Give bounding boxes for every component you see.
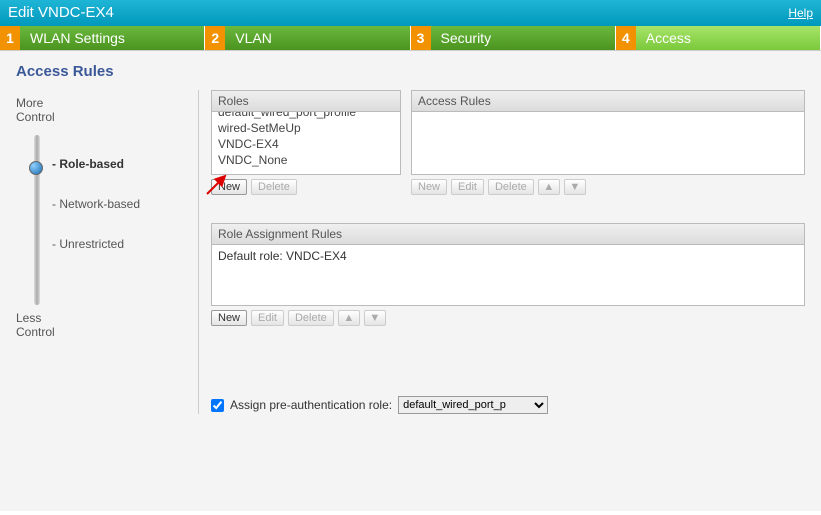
arrow-up-icon: ▲	[543, 181, 554, 193]
control-option-network-based[interactable]: - Network-based	[52, 197, 140, 211]
tab-number: 3	[411, 26, 431, 50]
help-link[interactable]: Help	[788, 0, 813, 26]
control-level-sidebar: More Control - Role-based - Network-base…	[16, 90, 186, 414]
role-assignment-body: Default role: VNDC-EX4	[212, 245, 804, 305]
content-area: Access Rules More Control - Role-based -…	[0, 51, 821, 511]
role-option[interactable]: VNDC-EX4	[212, 136, 400, 152]
roles-column: Roles default_wired_port_profile wired-S…	[211, 90, 401, 195]
assignment-move-up-button[interactable]: ▲	[338, 310, 360, 326]
tab-access[interactable]: 4 Access	[616, 26, 821, 50]
role-option[interactable]: VNDC_None	[212, 152, 400, 168]
default-role-text: Default role: VNDC-EX4	[218, 249, 347, 263]
rules-delete-button[interactable]: Delete	[488, 179, 534, 195]
title-bar: Edit VNDC-EX4 Help	[0, 0, 821, 26]
control-option-unrestricted[interactable]: - Unrestricted	[52, 237, 140, 251]
access-rules-body	[412, 112, 804, 174]
window-title: Edit VNDC-EX4	[8, 0, 114, 26]
preauth-row: Assign pre-authentication role: default_…	[211, 396, 805, 414]
more-control-label: More Control	[16, 96, 186, 125]
access-rules-header: Access Rules	[412, 91, 804, 112]
section-title: Access Rules	[16, 63, 805, 80]
preauth-checkbox[interactable]	[211, 399, 224, 412]
role-assignment-header: Role Assignment Rules	[212, 224, 804, 245]
arrow-down-icon: ▼	[569, 181, 580, 193]
roles-delete-button[interactable]: Delete	[251, 179, 297, 195]
rules-new-button[interactable]: New	[411, 179, 447, 195]
assignment-move-down-button[interactable]: ▼	[364, 310, 386, 326]
assignment-new-button[interactable]: New	[211, 310, 247, 326]
access-rules-panel: Access Rules	[411, 90, 805, 175]
role-option[interactable]: default_wired_port_profile	[212, 112, 400, 120]
main-pane: Roles default_wired_port_profile wired-S…	[211, 90, 805, 414]
control-slider-thumb[interactable]	[29, 161, 43, 175]
preauth-role-select[interactable]: default_wired_port_p	[398, 396, 548, 414]
control-option-role-based[interactable]: - Role-based	[52, 157, 140, 171]
rules-column: Access Rules New Edit Delete ▲ ▼	[411, 90, 805, 195]
tab-label: Access	[646, 30, 691, 46]
tab-number: 1	[0, 26, 20, 50]
rules-edit-button[interactable]: Edit	[451, 179, 484, 195]
wizard-tabs: 1 WLAN Settings 2 VLAN 3 Security 4 Acce…	[0, 26, 821, 51]
control-slider-track[interactable]	[34, 135, 40, 305]
role-assignment-panel: Role Assignment Rules Default role: VNDC…	[211, 223, 805, 306]
assignment-delete-button[interactable]: Delete	[288, 310, 334, 326]
assignment-edit-button[interactable]: Edit	[251, 310, 284, 326]
less-control-label: Less Control	[16, 311, 186, 340]
tab-wlan-settings[interactable]: 1 WLAN Settings	[0, 26, 205, 50]
tab-security[interactable]: 3 Security	[411, 26, 616, 50]
role-option[interactable]: wired-SetMeUp	[212, 120, 400, 136]
tab-number: 2	[205, 26, 225, 50]
tab-label: WLAN Settings	[30, 30, 125, 46]
preauth-label: Assign pre-authentication role:	[230, 398, 392, 412]
vertical-divider	[198, 90, 199, 414]
rules-move-down-button[interactable]: ▼	[564, 179, 586, 195]
roles-new-button[interactable]: New	[211, 179, 247, 195]
arrow-down-icon: ▼	[369, 312, 380, 324]
roles-listbox[interactable]: default_wired_port_profile wired-SetMeUp…	[212, 112, 400, 174]
tab-number: 4	[616, 26, 636, 50]
roles-panel: Roles default_wired_port_profile wired-S…	[211, 90, 401, 175]
rules-move-up-button[interactable]: ▲	[538, 179, 560, 195]
tab-label: VLAN	[235, 30, 272, 46]
tab-vlan[interactable]: 2 VLAN	[205, 26, 410, 50]
arrow-up-icon: ▲	[343, 312, 354, 324]
roles-header: Roles	[212, 91, 400, 112]
tab-label: Security	[441, 30, 492, 46]
